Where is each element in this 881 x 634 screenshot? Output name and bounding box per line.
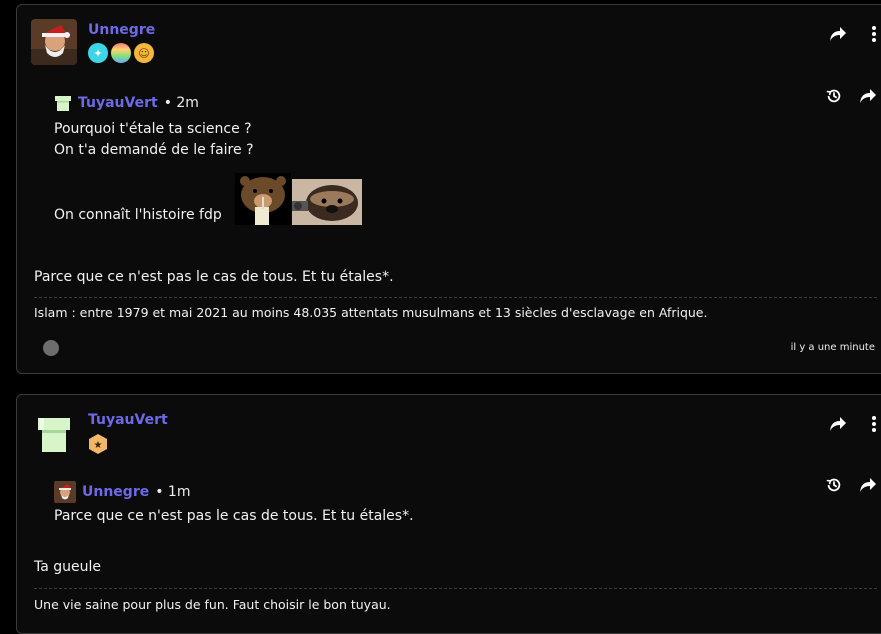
author-name[interactable]: TuyauVert — [88, 412, 168, 428]
badge-list: ★ — [88, 433, 108, 455]
post-card: Unnegre ✦ ☺ TuyauVert • 2m Pourquoi t'ét… — [16, 4, 881, 374]
history-icon[interactable] — [825, 87, 843, 105]
quoted-message: Unnegre • 1m Parce que ce n'est pas le c… — [54, 478, 877, 527]
share-icon[interactable] — [859, 476, 877, 494]
quote-text: Parce que ce n'est pas le cas de tous. E… — [54, 506, 877, 527]
more-options-icon[interactable] — [865, 415, 881, 433]
post-signature: Une vie saine pour plus de fun. Faut cho… — [34, 597, 391, 612]
santa-avatar-icon[interactable] — [54, 481, 76, 503]
signature-divider — [34, 297, 877, 298]
post-actions — [829, 415, 881, 433]
quote-author[interactable]: Unnegre — [82, 484, 149, 500]
quote-time: • 1m — [155, 484, 191, 500]
post-body: Ta gueule — [34, 559, 102, 575]
more-options-icon[interactable] — [865, 25, 881, 43]
user-avatar[interactable] — [31, 409, 77, 455]
quote-text: Pourquoi t'étale ta science ? On t'a dem… — [54, 119, 877, 161]
wolverine-gun-image[interactable] — [292, 179, 362, 229]
post-actions — [829, 25, 881, 43]
post-signature: Islam : entre 1979 et mai 2021 au moins … — [34, 305, 708, 320]
pipe-avatar-icon[interactable] — [54, 94, 72, 112]
user-avatar[interactable] — [31, 19, 77, 65]
quote-line: On t'a demandé de le faire ? — [54, 142, 254, 158]
quote-header: Unnegre • 1m — [54, 478, 877, 503]
quote-line: Pourquoi t'étale ta science ? — [54, 121, 252, 137]
signature-divider — [34, 588, 877, 589]
quote-header: TuyauVert • 2m — [54, 89, 877, 113]
quote-author[interactable]: TuyauVert — [78, 95, 158, 111]
quote-actions — [825, 87, 877, 105]
bear-drinking-image[interactable] — [235, 173, 291, 229]
share-icon[interactable] — [859, 87, 877, 105]
quote-line: Parce que ce n'est pas le cas de tous. E… — [54, 508, 414, 524]
share-icon[interactable] — [829, 25, 847, 43]
image-caption: On connaît l'histoire fdp — [54, 207, 222, 223]
share-icon[interactable] — [829, 415, 847, 433]
post-card: TuyauVert ★ Unnegre • 1m Parce que ce n'… — [16, 394, 881, 634]
quote-time: • 2m — [163, 95, 199, 111]
cyan-badge-icon[interactable]: ✦ — [88, 43, 108, 63]
post-body: Parce que ce n'est pas le cas de tous. E… — [34, 269, 394, 285]
reaction-button[interactable] — [43, 340, 59, 356]
badge-list: ✦ ☺ — [88, 43, 154, 63]
star-badge-icon[interactable]: ★ — [88, 433, 108, 455]
emoji-badge-icon[interactable]: ☺ — [134, 43, 154, 63]
svg-text:★: ★ — [94, 440, 103, 451]
quoted-message: TuyauVert • 2m Pourquoi t'étale ta scien… — [54, 89, 877, 233]
post-timestamp: il y a une minute — [790, 342, 875, 353]
history-icon[interactable] — [825, 476, 843, 494]
author-name[interactable]: Unnegre — [88, 22, 155, 38]
rainbow-badge-icon[interactable] — [111, 43, 131, 63]
quote-actions — [825, 476, 877, 494]
quote-image-row: On connaît l'histoire fdp — [54, 173, 877, 233]
